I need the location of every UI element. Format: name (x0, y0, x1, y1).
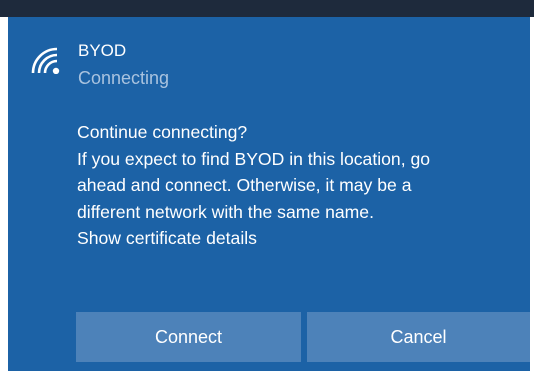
prompt-line: If you expect to find BYOD in this locat… (77, 148, 431, 169)
connection-prompt: Continue connecting? If you expect to fi… (77, 119, 522, 252)
network-name: BYOD (78, 41, 127, 60)
connect-button[interactable]: Connect (76, 312, 301, 362)
show-certificate-details-link[interactable]: Show certificate details (77, 225, 522, 252)
top-strip (0, 0, 534, 17)
prompt-line: different network with the same name. (77, 201, 374, 222)
cancel-button[interactable]: Cancel (307, 312, 530, 362)
prompt-question: Continue connecting? (77, 122, 248, 142)
prompt-line: ahead and connect. Otherwise, it may be … (77, 175, 412, 195)
wifi-connect-panel: BYOD Connecting Continue connecting? If … (8, 17, 530, 371)
wifi-signal-icon (31, 47, 60, 74)
connection-status: Connecting (78, 68, 170, 88)
